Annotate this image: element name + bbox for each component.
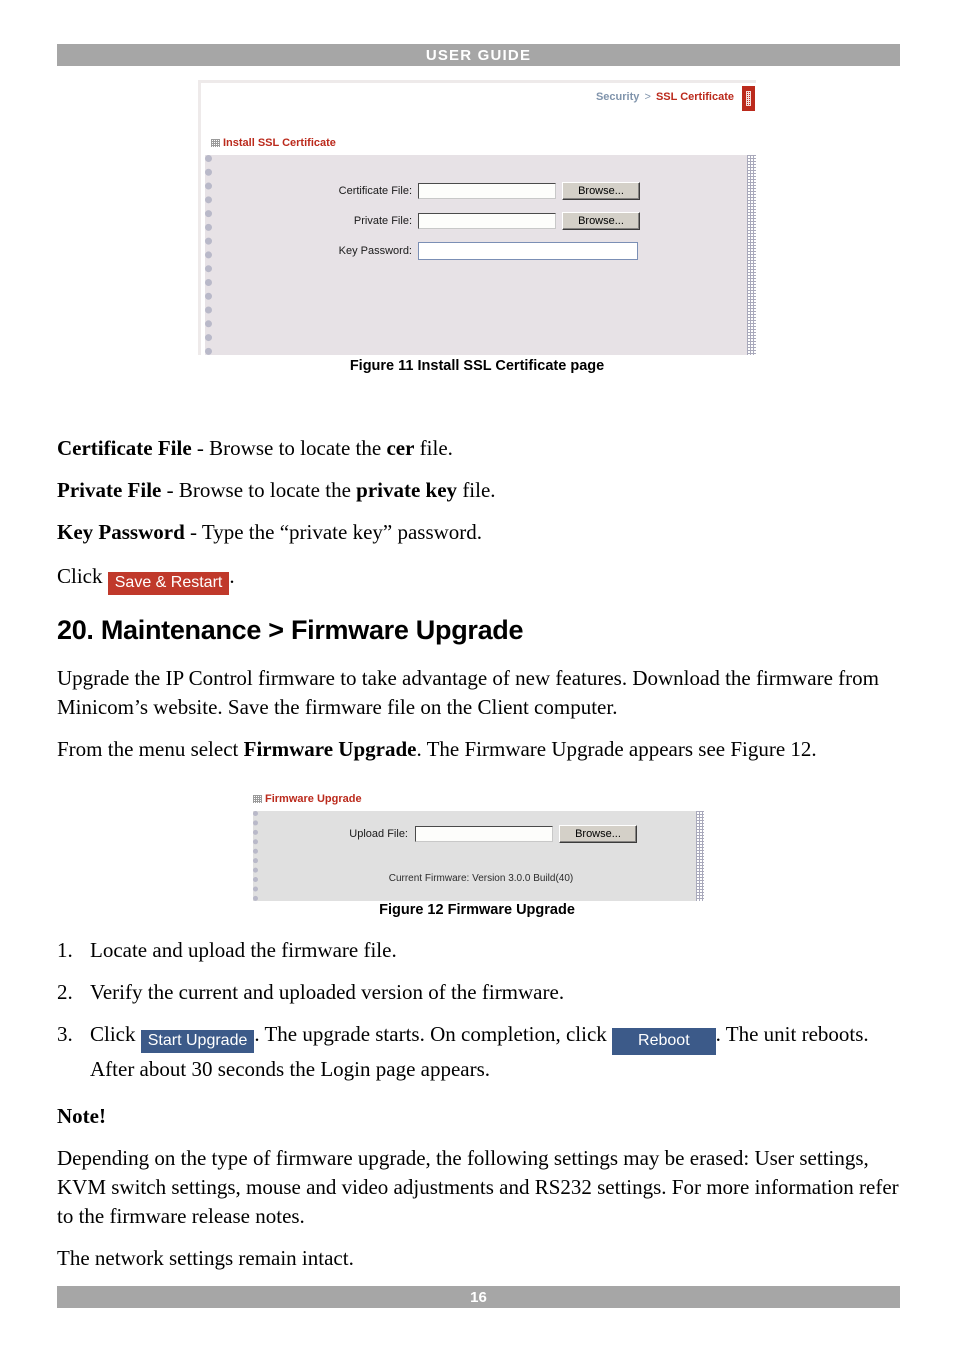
private-file-text-after: file.: [457, 478, 496, 502]
click-save-restart-line: Click Save & Restart.: [57, 562, 900, 595]
private-file-text-before: Browse to locate the: [178, 478, 357, 502]
step-3-number: 3.: [57, 1022, 73, 1046]
upload-file-browse-button[interactable]: Browse...: [559, 825, 637, 843]
breadcrumb: Security > SSL Certificate: [596, 91, 734, 103]
certificate-file-label: Certificate File:: [338, 185, 412, 197]
key-password-dash: -: [184, 520, 202, 544]
reboot-button[interactable]: Reboot: [612, 1028, 716, 1055]
step-3-text: Click Start Upgrade. The upgrade starts.…: [90, 1020, 902, 1084]
figure12-caption: Figure 12 Firmware Upgrade: [379, 902, 575, 918]
figure11-top-bar: Security > SSL Certificate: [201, 83, 756, 140]
note-body: Depending on the type of firmware upgrad…: [57, 1146, 899, 1228]
step-2-text: Verify the current and uploaded version …: [90, 980, 565, 1004]
private-file-term: Private File: [57, 478, 162, 502]
step-1-number: 1.: [57, 938, 73, 962]
figure12-section-title: Firmware Upgrade: [265, 793, 362, 805]
figure11-form-panel: Certificate File: Browse... Private File…: [205, 155, 756, 355]
figure-install-ssl-certificate: Security > SSL Certificate Install SSL C…: [198, 80, 756, 355]
ssl-form: Certificate File: Browse... Private File…: [320, 182, 640, 272]
list-item: 2. Verify the current and uploaded versi…: [57, 978, 902, 1007]
start-upgrade-button[interactable]: Start Upgrade: [140, 1030, 255, 1053]
breadcrumb-current: SSL Certificate: [655, 91, 734, 103]
key-password-row: Key Password:: [320, 242, 640, 260]
certificate-file-term: Certificate File: [57, 436, 192, 460]
key-password-term: Key Password: [57, 520, 185, 544]
page-number: 16: [470, 1288, 487, 1306]
certificate-file-browse-button[interactable]: Browse...: [562, 182, 640, 200]
breadcrumb-separator: >: [644, 91, 651, 103]
panel-right-grip: [696, 811, 704, 901]
click-prefix: Click: [57, 564, 108, 588]
private-file-label: Private File:: [353, 215, 412, 227]
paragraph2-before: From the menu select: [57, 737, 244, 761]
page-header-title: USER GUIDE: [425, 46, 532, 64]
key-password-label: Key Password:: [338, 245, 412, 257]
upload-file-label: Upload File:: [349, 828, 408, 840]
certificate-file-description: Certificate File - Browse to locate the …: [57, 434, 900, 463]
figure-firmware-upgrade: Firmware Upgrade Upload File: Browse... …: [251, 793, 704, 901]
private-file-row: Private File: Browse...: [320, 212, 640, 230]
private-file-description: Private File - Browse to locate the priv…: [57, 476, 900, 505]
breadcrumb-parent[interactable]: Security: [596, 91, 639, 103]
upload-file-input[interactable]: [415, 826, 553, 842]
grip-dots-icon: [746, 91, 751, 106]
paragraph2-after: . The Firmware Upgrade appears see Figur…: [416, 737, 817, 761]
note-closing: The network settings remain intact.: [57, 1246, 354, 1270]
private-file-browse-button[interactable]: Browse...: [562, 212, 640, 230]
panel-collapse-tab[interactable]: [742, 86, 755, 111]
certificate-file-emphasis: cer: [386, 436, 415, 460]
step-1-text: Locate and upload the firmware file.: [90, 938, 397, 962]
figure11-section-title: Install SSL Certificate: [223, 137, 336, 149]
private-file-emphasis: private key: [356, 478, 458, 502]
page-header-bar: USER GUIDE: [57, 44, 900, 66]
note-title: Note!: [57, 1102, 900, 1131]
certificate-file-input[interactable]: [418, 183, 556, 199]
certificate-file-text-before: Browse to locate the: [209, 436, 387, 460]
page-footer-bar: 16: [57, 1286, 900, 1308]
certificate-file-dash: -: [191, 436, 210, 460]
firmware-upgrade-steps: 1. Locate and upload the firmware file. …: [57, 936, 902, 1097]
current-firmware-version: Current Firmware: Version 3.0.0 Build(40…: [388, 873, 574, 884]
private-file-dash: -: [161, 478, 179, 502]
upload-file-row: Upload File: Browse...: [336, 825, 637, 843]
figure12-section-header: Firmware Upgrade: [253, 793, 362, 805]
step-3-part-1: Click: [90, 1022, 141, 1046]
figure11-section-header: Install SSL Certificate: [211, 137, 336, 149]
certificate-file-text-after: file.: [414, 436, 453, 460]
paragraph2-bold: Firmware Upgrade: [243, 737, 417, 761]
grid-dots-icon: [253, 795, 262, 803]
key-password-text-before: Type the “private key” password.: [201, 520, 483, 544]
panel-right-grip: [747, 155, 756, 355]
section-paragraph-2: From the menu select Firmware Upgrade. T…: [57, 735, 900, 764]
step-2-number: 2.: [57, 980, 73, 1004]
key-password-description: Key Password - Type the “private key” pa…: [57, 518, 900, 547]
grid-dots-icon: [211, 139, 220, 147]
list-item: 3. Click Start Upgrade. The upgrade star…: [57, 1020, 902, 1084]
save-and-restart-button[interactable]: Save & Restart: [107, 572, 230, 595]
section-paragraph-1: Upgrade the IP Control firmware to take …: [57, 666, 880, 719]
key-password-input[interactable]: [418, 242, 638, 260]
figure12-form-panel: Upload File: Browse... Current Firmware:…: [253, 811, 704, 901]
page-section-heading: 20. Maintenance > Firmware Upgrade: [57, 615, 524, 645]
note-title-text: Note!: [57, 1104, 106, 1128]
list-item: 1. Locate and upload the firmware file.: [57, 936, 902, 965]
certificate-file-row: Certificate File: Browse...: [320, 182, 640, 200]
click-suffix: .: [229, 564, 235, 588]
private-file-input[interactable]: [418, 213, 556, 229]
figure11-caption: Figure 11 Install SSL Certificate page: [349, 358, 605, 374]
step-3-part-2: . The upgrade starts. On completion, cli…: [254, 1022, 613, 1046]
